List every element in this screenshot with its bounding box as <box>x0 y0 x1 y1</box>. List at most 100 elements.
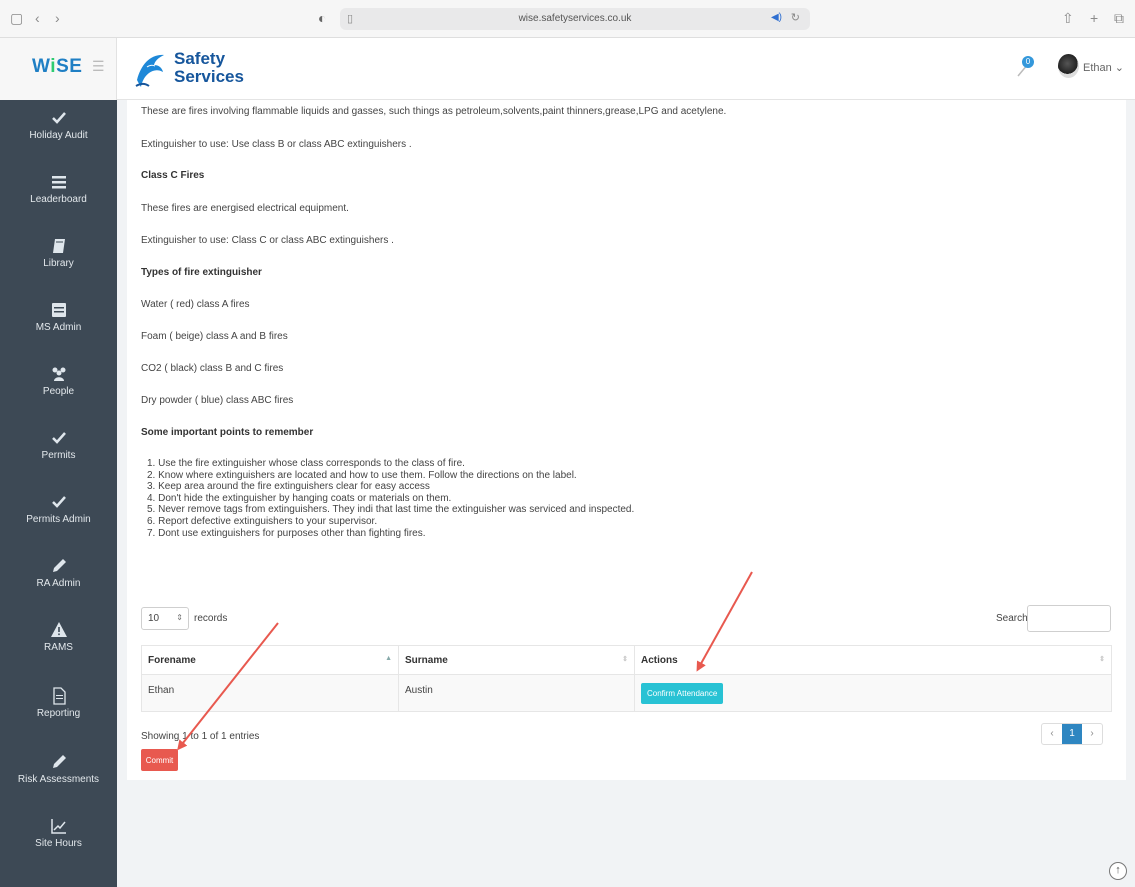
list-item: 4. Don't hide the extinguisher by hangin… <box>147 492 452 504</box>
paragraph: Dry powder ( blue) class ABC fires <box>141 395 294 406</box>
sidebar-item-site-hours[interactable]: Site Hours <box>0 816 117 880</box>
sidebar-item-label: MS Admin <box>35 322 82 333</box>
pencil-icon <box>52 755 66 768</box>
sidebar-toggle-icon[interactable]: ▢ <box>10 10 23 26</box>
list-item: 3. Keep area around the fire extinguishe… <box>147 481 430 493</box>
paragraph: Water ( red) class A fires <box>141 299 250 310</box>
pencil-icon <box>52 559 66 572</box>
sidebar-item-label: Permits <box>41 450 76 461</box>
content-panel: These are fires involving flammable liqu… <box>127 100 1126 780</box>
paragraph: Extinguisher to use: Class C or class AB… <box>141 235 394 246</box>
pager-prev-button[interactable]: ‹ <box>1042 724 1062 744</box>
list-icon <box>51 176 66 189</box>
wise-logo[interactable]: WiSE <box>32 56 82 78</box>
section-heading: Types of fire extinguisher <box>141 267 262 278</box>
chevron-right-icon[interactable]: › <box>55 10 60 26</box>
pager-page-button[interactable]: 1 <box>1062 724 1082 744</box>
paragraph: These are fires involving flammable liqu… <box>141 106 727 117</box>
cell-forename: Ethan <box>141 674 399 712</box>
sidebar-item-label: Permits Admin <box>26 514 91 525</box>
sidebar-item-label: Risk Assessments <box>17 774 100 785</box>
sort-asc-icon: ▲ <box>385 655 392 662</box>
points-list: 1. Use the fire extinguisher whose class… <box>147 458 634 539</box>
sidebar-item-ms-admin[interactable]: MS Admin <box>0 300 117 364</box>
book-icon <box>52 239 65 253</box>
cell-actions: Confirm Attendance <box>634 674 1112 712</box>
logo-area: WiSE ☰ <box>0 38 117 100</box>
section-heading: Class C Fires <box>141 170 205 181</box>
sort-icon: ⇕ <box>1099 656 1105 663</box>
menu-toggle-icon[interactable]: ☰ <box>92 58 105 75</box>
sidebar-item-ra-admin[interactable]: RA Admin <box>0 556 117 620</box>
browser-toolbar: ▢ ‹ › ◐ ▯ wise.safetyservices.co.uk ◀︎) … <box>0 0 1135 38</box>
list-item: 7. Dont use extinguishers for purposes o… <box>147 527 426 539</box>
privacy-shield-icon[interactable]: ◐ <box>318 10 326 26</box>
sidebar-item-reporting[interactable]: Reporting <box>0 686 117 750</box>
sidebar-item-label: Library <box>43 258 74 269</box>
sidebar-item-holiday-audit[interactable]: Holiday Audit <box>0 108 117 172</box>
user-menu[interactable]: Ethan ⌄ <box>1083 61 1124 74</box>
url-text: wise.safetyservices.co.uk <box>518 13 632 24</box>
list-item: 5. Never remove tags from extinguishers.… <box>147 504 635 516</box>
address-bar[interactable]: ▯ wise.safetyservices.co.uk ◀︎) ↻ <box>340 8 810 30</box>
cell-surname: Austin <box>398 674 635 712</box>
calendar-icon <box>51 303 66 317</box>
scroll-to-top-icon[interactable]: ↑ <box>1109 862 1127 880</box>
table-header-row: Forename ▲ Surname ⇕ Actions ⇕ <box>141 645 1112 675</box>
column-header-actions[interactable]: Actions ⇕ <box>634 645 1112 675</box>
page-length-select[interactable]: 10 ⇕ <box>141 607 189 630</box>
tabs-overview-icon[interactable]: ⧉ <box>1114 10 1124 26</box>
search-label: Search: <box>996 613 1031 624</box>
column-header-surname[interactable]: Surname ⇕ <box>398 645 635 675</box>
sidebar-item-label: Site Hours <box>35 838 82 849</box>
brand-name: Safety Services <box>174 49 244 86</box>
sidebar-item-permits[interactable]: Permits <box>0 428 117 492</box>
sidebar-item-people[interactable]: People <box>0 364 117 428</box>
paragraph: Extinguisher to use: Use class B or clas… <box>141 139 412 150</box>
sidebar-item-risk-assessments[interactable]: Risk Assessments <box>0 752 117 816</box>
list-item: 2. Know where extinguishers are located … <box>147 469 577 481</box>
sidebar-item-label: Leaderboard <box>30 194 87 205</box>
search-input[interactable] <box>1027 605 1111 632</box>
sidebar-item-label: RAMS <box>44 642 73 653</box>
chart-icon <box>50 819 66 834</box>
people-icon <box>52 367 65 381</box>
pagination: ‹ 1 › <box>1041 723 1103 745</box>
sidebar-item-permits-admin[interactable]: Permits Admin <box>0 492 117 556</box>
sidebar-item-label: Reporting <box>36 708 81 719</box>
table-row: Ethan Austin Confirm Attendance <box>141 674 1112 712</box>
pager-next-button[interactable]: › <box>1082 724 1102 744</box>
speaker-icon[interactable]: ◀︎) <box>771 12 782 23</box>
column-header-forename[interactable]: Forename ▲ <box>141 645 399 675</box>
sidebar: Holiday Audit Leaderboard Library MS Adm… <box>0 100 117 887</box>
records-label: records <box>194 613 228 624</box>
commit-button[interactable]: Commit <box>141 749 178 771</box>
sidebar-item-library[interactable]: Library <box>0 236 117 300</box>
sidebar-item-label: RA Admin <box>36 578 81 589</box>
notification-badge[interactable]: 0 <box>1022 56 1034 68</box>
sort-icon: ⇕ <box>622 656 628 663</box>
sidebar-item-label: Holiday Audit <box>29 130 88 141</box>
confirm-attendance-button[interactable]: Confirm Attendance <box>641 682 724 704</box>
reload-icon[interactable]: ↻ <box>791 11 800 24</box>
sidebar-item-rams[interactable]: RAMS <box>0 620 117 684</box>
paragraph: These fires are energised electrical equ… <box>141 203 349 214</box>
new-tab-icon[interactable]: + <box>1090 10 1098 26</box>
list-item: 6. Report defective extinguishers to you… <box>147 515 378 527</box>
check-icon <box>51 112 66 124</box>
share-icon[interactable]: ⇧ <box>1062 10 1074 26</box>
paragraph: Foam ( beige) class A and B fires <box>141 331 288 342</box>
attendance-table: Forename ▲ Surname ⇕ Actions ⇕ Ethan Austin… <box>141 645 1112 712</box>
sidebar-item-leaderboard[interactable]: Leaderboard <box>0 172 117 236</box>
check-icon <box>51 496 66 508</box>
app-header: WiSE ☰ Safety Services 0 Ethan ⌄ <box>0 38 1135 100</box>
table-info: Showing 1 to 1 of 1 entries <box>141 731 260 742</box>
chevron-left-icon[interactable]: ‹ <box>35 10 40 26</box>
check-icon <box>51 432 66 444</box>
section-heading: Some important points to remember <box>141 427 314 438</box>
dolphin-logo-icon <box>135 54 164 87</box>
avatar[interactable] <box>1058 54 1079 78</box>
paragraph: CO2 ( black) class B and C fires <box>141 363 284 374</box>
sidebar-item-label: People <box>42 386 75 397</box>
select-arrows-icon: ⇕ <box>176 613 183 622</box>
